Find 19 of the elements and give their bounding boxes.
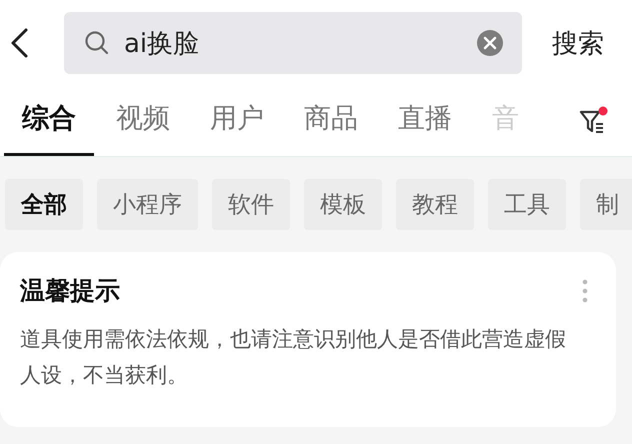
filter-chip[interactable]: 全部 — [5, 179, 83, 230]
filter-chip[interactable]: 教程 — [396, 179, 474, 230]
search-input[interactable]: ai换脸 — [124, 28, 462, 58]
tab[interactable]: 商品 — [304, 86, 358, 156]
clear-icon[interactable] — [476, 29, 504, 57]
filter-chip[interactable]: 制 — [580, 179, 632, 230]
notice-text: 道具使用需依法依规，也请注意识别他人是否借此营造虚假人设，不当获利。 — [20, 326, 567, 389]
search-button[interactable]: 搜索 — [552, 26, 604, 60]
filter-chip[interactable]: 小程序 — [97, 179, 198, 230]
search-icon — [84, 30, 110, 56]
search-bar[interactable]: ai换脸 — [64, 12, 522, 74]
filter-chip[interactable]: 模板 — [304, 179, 382, 230]
tab[interactable]: 视频 — [116, 86, 170, 156]
notice-title: 温馨提示 — [20, 275, 120, 307]
tab[interactable]: 综合 — [4, 86, 94, 156]
tab[interactable]: 用户 — [210, 86, 264, 156]
filter-chip[interactable]: 软件 — [212, 179, 290, 230]
filter-chip[interactable]: 工具 — [488, 179, 566, 230]
tab[interactable]: 直播 — [398, 86, 452, 156]
